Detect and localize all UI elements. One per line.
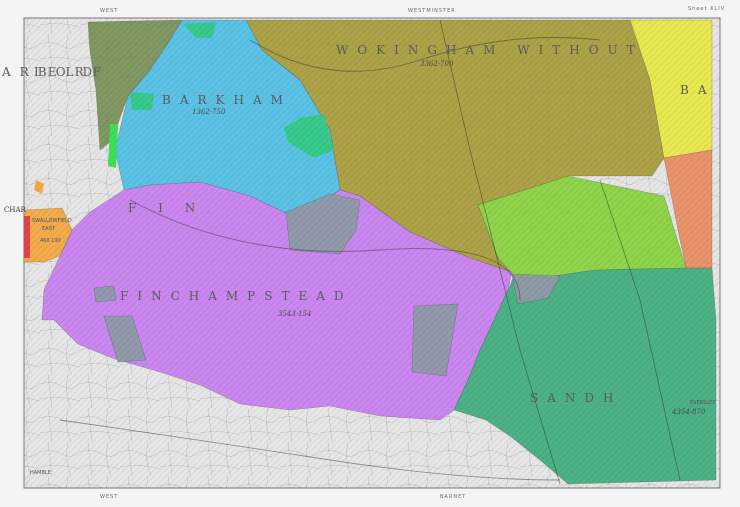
label-eversley: EVERSLEY [690,400,716,406]
label-charl: CHAR [4,206,27,214]
label-barkham-area: 1362·750 [192,108,226,116]
label-wokingham-area: 3362·700 [420,60,454,68]
margin-top-left: WEST [100,8,118,14]
label-finchampstead-top: F I N [128,201,204,215]
label-swallowfield: SWALLOWFIELD [32,218,72,224]
label-ba: BA [680,83,715,97]
ordnance-survey-map[interactable]: ARBORF IELD BARKHAM 1362·750 WOKINGHAM W… [0,0,740,507]
label-hamble: HAMBLE [30,470,51,476]
label-swallowfield-sub: EAST [42,226,56,232]
label-finchampstead-area: 3543·154 [278,310,311,318]
label-finchampstead: FINCHAMPSTEAD [120,289,353,303]
margin-top-center: WESTMINSTER [408,8,456,14]
margin-bottom-left: WEST [100,494,118,500]
label-sandhurst: SANDH [530,391,622,405]
map-texture [24,18,720,488]
label-sandhurst-area: 4354·870 [671,408,706,416]
label-swallowfield-area: 460·190 [40,238,61,244]
label-barkham: BARKHAM [162,93,292,107]
label-arborfield-tail: IELD [34,65,101,79]
sheet-label: Sheet XLIV [688,6,725,12]
margin-bottom-center: BARNET [440,494,466,500]
map-viewer: ARBORF IELD BARKHAM 1362·750 WOKINGHAM W… [0,0,740,507]
label-wokingham: WOKINGHAM WITHOUT [336,43,644,57]
